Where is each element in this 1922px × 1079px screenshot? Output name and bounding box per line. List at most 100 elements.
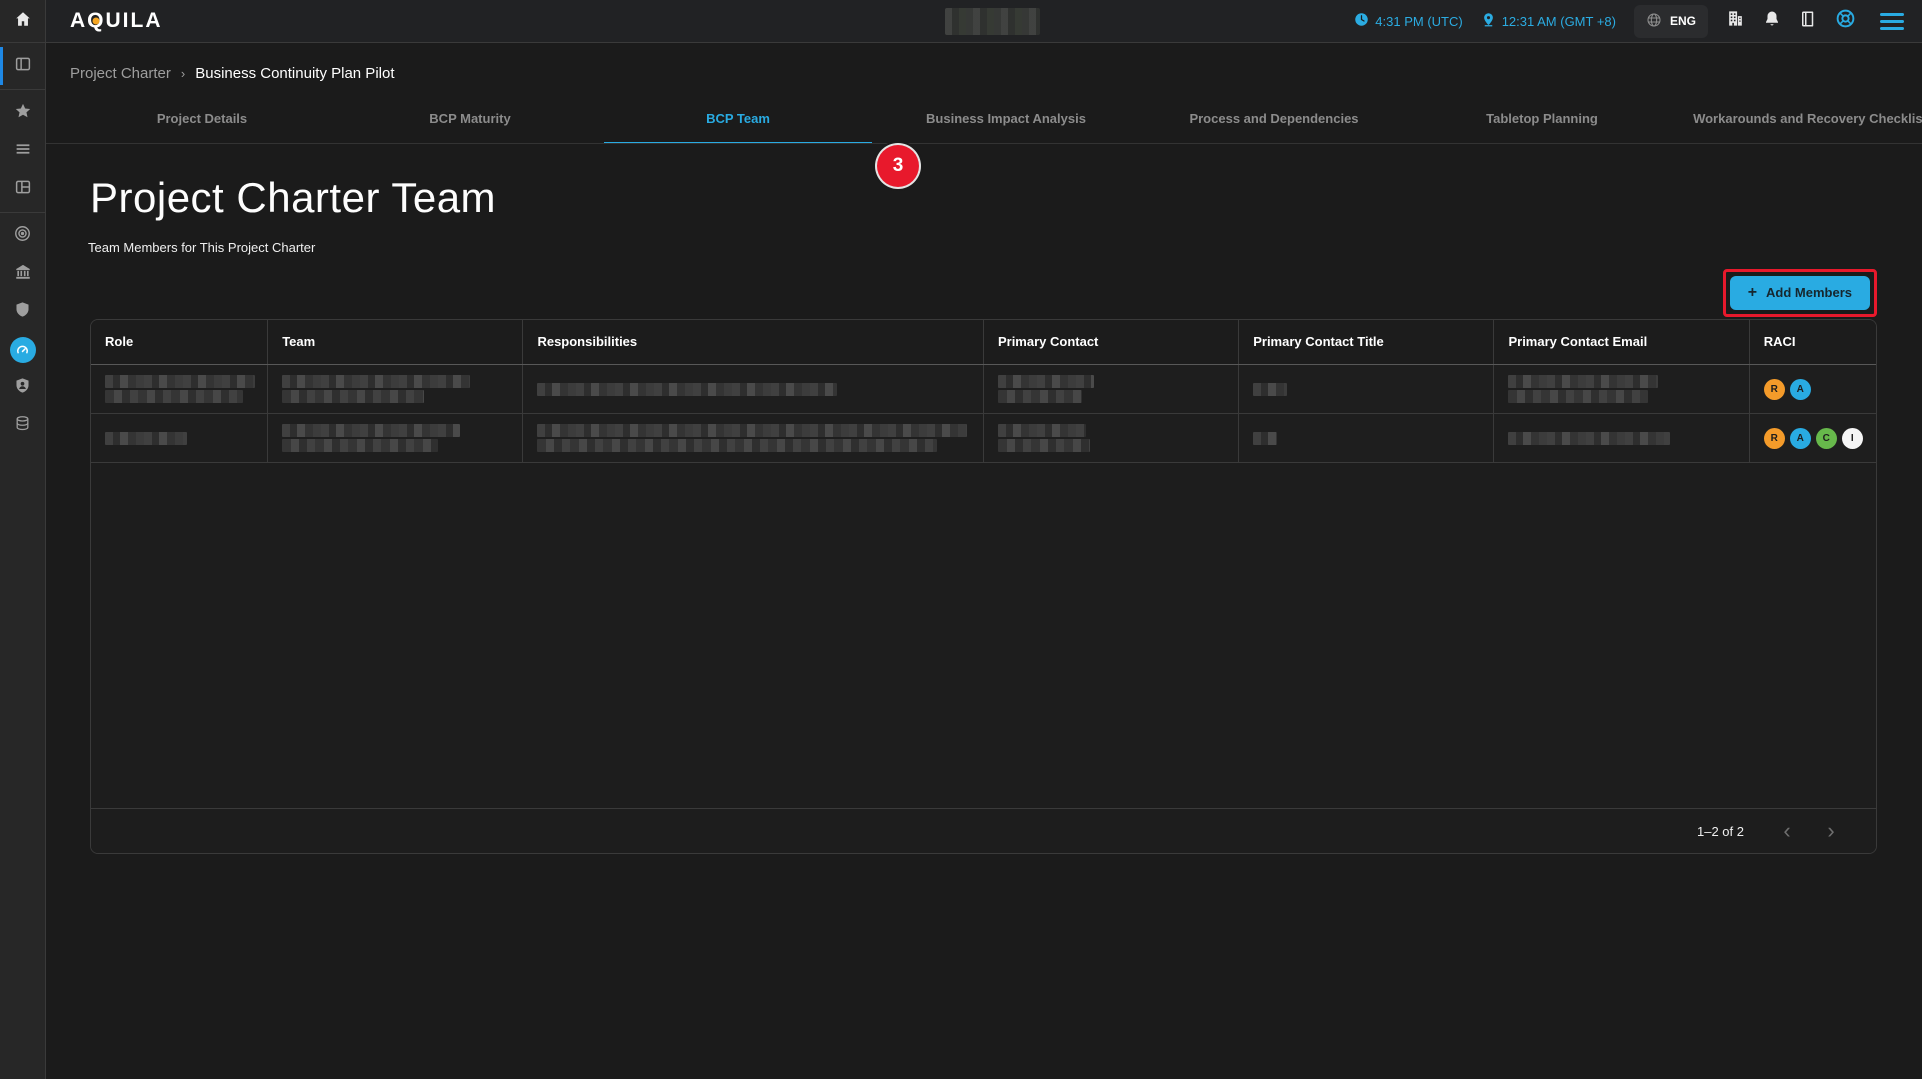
redacted-primary-contact-title	[1253, 383, 1287, 396]
tab-bcp-maturity[interactable]: BCP Maturity	[336, 100, 604, 144]
left-sidebar	[0, 43, 46, 1079]
main-content: Project Charter › Business Continuity Pl…	[46, 43, 1922, 1079]
star-icon	[14, 102, 32, 125]
layout-sidebar-icon	[14, 55, 32, 78]
logo-text-a: A	[70, 9, 87, 33]
home-icon	[14, 10, 32, 33]
language-label: ENG	[1670, 14, 1696, 28]
database-icon	[14, 415, 31, 437]
documentation-button[interactable]	[1799, 10, 1817, 33]
add-members-label: Add Members	[1766, 285, 1852, 300]
main-menu-button[interactable]	[1880, 13, 1904, 30]
top-bar: AQUILA 4:31 PM (UTC) 12:31 AM (GMT +8) E…	[0, 0, 1922, 43]
sidebar-item-favorites[interactable]	[0, 94, 45, 132]
next-page-button[interactable]: ›	[1814, 814, 1848, 848]
pagination-bar: 1–2 of 2 ‹ ›	[91, 808, 1876, 853]
redacted-primary-contact-email	[1508, 375, 1658, 388]
help-button[interactable]	[1835, 8, 1856, 34]
breadcrumb-separator-icon: ›	[181, 66, 185, 81]
redacted-primary-contact-email	[1508, 432, 1670, 445]
bank-icon	[14, 263, 32, 286]
redacted-primary-contact	[998, 375, 1094, 388]
page-subtitle: Team Members for This Project Charter	[88, 240, 1922, 255]
table-row[interactable]: R A C I	[91, 414, 1876, 463]
annotation-highlight-box: + Add Members	[1723, 269, 1877, 317]
layout-grid-icon	[14, 178, 32, 201]
redacted-primary-contact-title	[1253, 432, 1277, 445]
raci-badges: R A C I	[1764, 428, 1862, 449]
tab-bcp-team[interactable]: BCP Team	[604, 100, 872, 144]
column-header-responsibilities: Responsibilities	[523, 320, 984, 365]
local-time-label: 12:31 AM (GMT +8)	[1502, 14, 1616, 29]
tab-workarounds-recovery-checklist[interactable]: Workarounds and Recovery Checklist	[1676, 100, 1922, 144]
sidebar-item-boards[interactable]	[0, 170, 45, 208]
tab-tabletop-planning[interactable]: Tabletop Planning	[1408, 100, 1676, 144]
redacted-team	[282, 424, 460, 437]
redacted-primary-contact	[998, 424, 1086, 437]
redacted-role	[105, 390, 243, 403]
location-pin-icon	[1481, 12, 1496, 30]
breadcrumb-current: Business Continuity Plan Pilot	[195, 65, 394, 82]
target-icon	[13, 224, 32, 248]
raci-badge-i: I	[1842, 428, 1863, 449]
raci-badge-r: R	[1764, 379, 1785, 400]
aquila-logo: AQUILA	[70, 9, 163, 33]
user-shield-icon	[14, 377, 31, 399]
sidebar-item-governance[interactable]	[0, 255, 45, 293]
local-time: 12:31 AM (GMT +8)	[1481, 12, 1616, 30]
sidebar-item-lists[interactable]	[0, 132, 45, 170]
raci-badge-a: A	[1790, 379, 1811, 400]
table-row[interactable]: R A	[91, 365, 1876, 414]
tab-bar: Project Details BCP Maturity BCP Team Bu…	[46, 100, 1922, 144]
column-header-team: Team	[268, 320, 523, 365]
sidebar-item-risk-radar[interactable]	[0, 217, 45, 255]
add-members-button[interactable]: + Add Members	[1730, 276, 1870, 310]
sidebar-item-data[interactable]	[0, 407, 45, 445]
team-members-table-card: Role Team Responsibilities Primary Conta…	[90, 319, 1877, 855]
column-header-primary-contact-title: Primary Contact Title	[1239, 320, 1494, 365]
column-header-raci: RACI	[1749, 320, 1876, 365]
annotation-step-badge: 3	[877, 145, 919, 187]
building-icon	[1726, 9, 1745, 33]
sidebar-item-bcp-active[interactable]	[0, 331, 45, 369]
table-empty-area	[91, 463, 1876, 808]
organization-button[interactable]	[1726, 9, 1745, 33]
redacted-topbar-text	[945, 8, 1040, 35]
page-title: Project Charter Team	[90, 174, 1922, 222]
pagination-range-label: 1–2 of 2	[1697, 824, 1744, 839]
redacted-primary-contact-email	[1508, 390, 1648, 403]
raci-badge-r: R	[1764, 428, 1785, 449]
tab-process-and-dependencies[interactable]: Process and Dependencies	[1140, 100, 1408, 144]
language-selector[interactable]: ENG	[1634, 5, 1708, 38]
life-ring-icon	[1835, 8, 1856, 34]
tab-business-impact-analysis[interactable]: Business Impact Analysis	[872, 100, 1140, 144]
topbar-actions: 4:31 PM (UTC) 12:31 AM (GMT +8) ENG	[1354, 5, 1922, 38]
redacted-team	[282, 439, 438, 452]
raci-badges: R A	[1764, 379, 1862, 400]
table-toolbar: + Add Members	[46, 269, 1922, 317]
globe-icon	[1646, 12, 1662, 31]
tab-project-details[interactable]: Project Details	[68, 100, 336, 144]
book-icon	[1799, 10, 1817, 33]
breadcrumb-parent[interactable]: Project Charter	[70, 65, 171, 82]
sidebar-item-security[interactable]	[0, 293, 45, 331]
menu-lines-icon	[14, 140, 32, 163]
bell-icon	[1763, 10, 1781, 33]
plus-icon: +	[1748, 285, 1757, 301]
redacted-role	[105, 432, 187, 445]
column-header-role: Role	[91, 320, 268, 365]
team-members-table: Role Team Responsibilities Primary Conta…	[91, 320, 1876, 464]
sidebar-item-panels[interactable]	[0, 47, 45, 85]
sidebar-item-user-access[interactable]	[0, 369, 45, 407]
redacted-primary-contact	[998, 439, 1090, 452]
column-header-primary-contact-email: Primary Contact Email	[1494, 320, 1749, 365]
redacted-role	[105, 375, 255, 388]
home-button[interactable]	[0, 0, 46, 42]
redacted-responsibilities	[537, 439, 937, 452]
gauge-icon	[10, 337, 36, 363]
redacted-team	[282, 375, 470, 388]
previous-page-button[interactable]: ‹	[1770, 814, 1804, 848]
notifications-button[interactable]	[1763, 10, 1781, 33]
raci-badge-c: C	[1816, 428, 1837, 449]
breadcrumb: Project Charter › Business Continuity Pl…	[46, 43, 1922, 82]
